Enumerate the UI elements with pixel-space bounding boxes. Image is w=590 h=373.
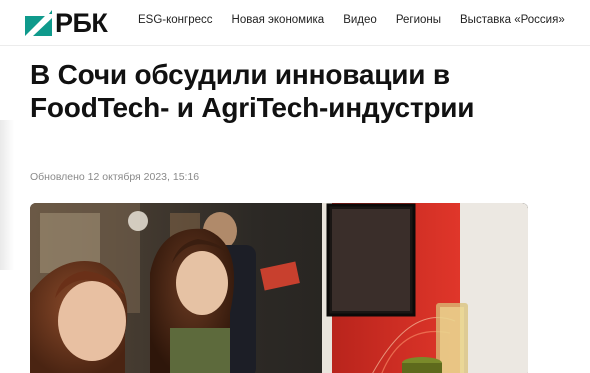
rbc-logo-text: РБК	[55, 8, 108, 38]
nav-item-regions[interactable]: Регионы	[396, 13, 441, 27]
article-updated-timestamp: Обновлено 12 октября 2023, 15:16	[30, 171, 200, 183]
rbc-logo[interactable]: РБК	[25, 8, 108, 38]
nav-item-esg-congress[interactable]: ESG-конгресс	[138, 13, 213, 27]
site-header: РБК ESG-конгресс Новая экономика Видео Р…	[0, 0, 590, 46]
article-title: В Сочи обсудили инновации в FoodTech- и …	[30, 59, 475, 123]
article-photo	[30, 203, 528, 373]
nav-item-video[interactable]: Видео	[343, 13, 377, 27]
main-nav: ESG-конгресс Новая экономика Видео Регио…	[138, 13, 565, 27]
nav-item-russia-exhibition[interactable]: Выставка «Россия»	[460, 13, 565, 27]
page-edge-shadow	[0, 120, 14, 270]
nav-item-new-economy[interactable]: Новая экономика	[232, 13, 325, 27]
rbc-logo-mark-icon	[25, 10, 52, 36]
